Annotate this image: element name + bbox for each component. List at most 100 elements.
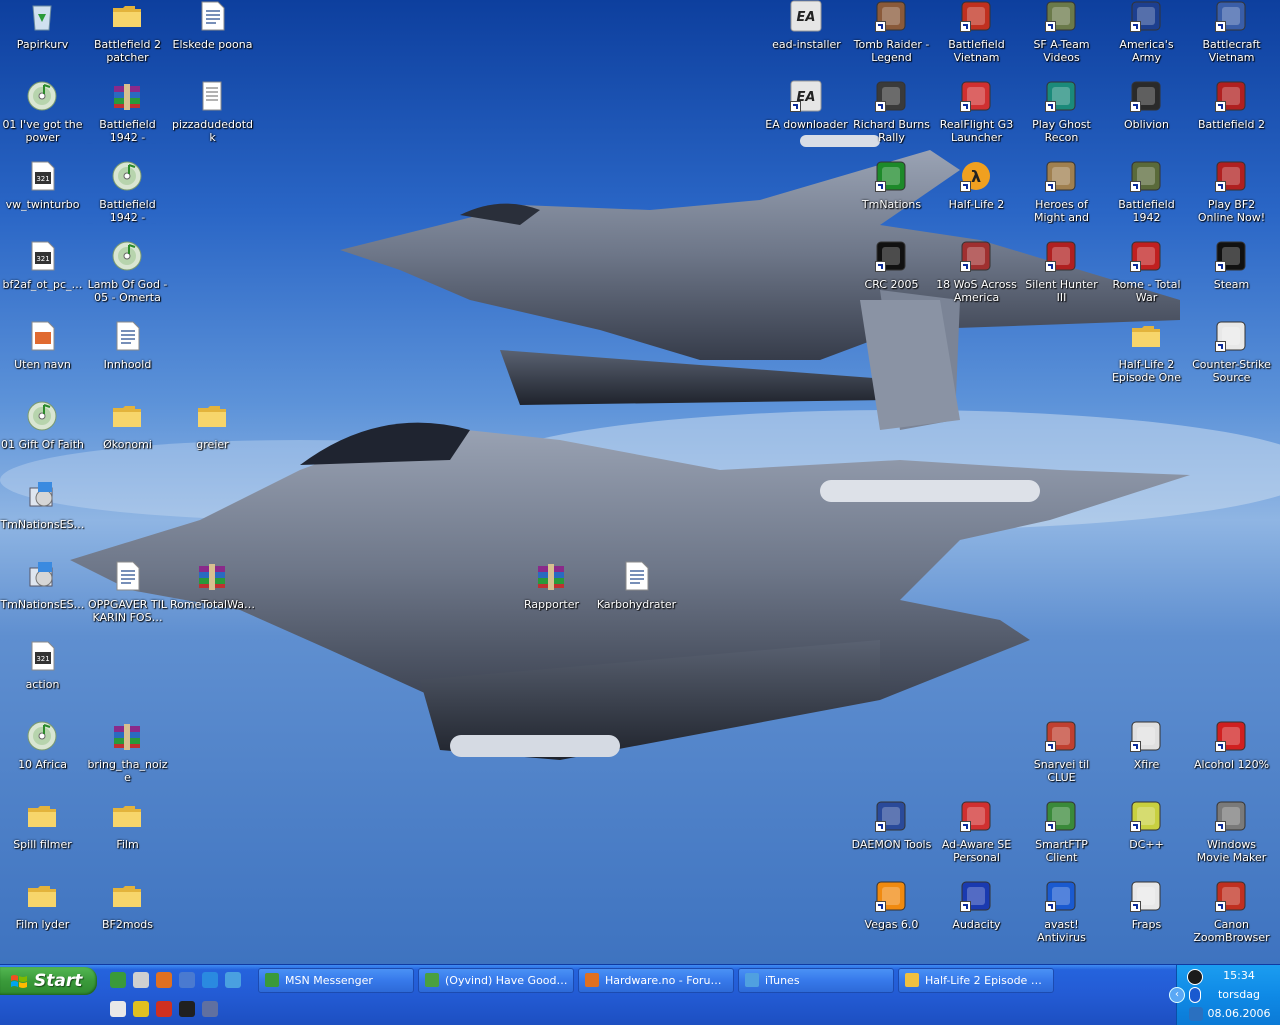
- shortcut-arrow-icon: [960, 101, 971, 112]
- desktop-icon[interactable]: TmNations: [849, 160, 934, 236]
- desktop-icon[interactable]: EA ead-installer: [764, 0, 849, 76]
- desktop-icon[interactable]: 321 action: [0, 640, 85, 716]
- desktop-icon[interactable]: Richard Burns Rally: [849, 80, 934, 156]
- desktop-icon-label: ead-installer: [772, 38, 841, 51]
- desktop-icon[interactable]: Play BF2 Online Now!: [1189, 160, 1274, 236]
- desktop-icon[interactable]: 01 I've got the power: [0, 80, 85, 156]
- desktop-icon[interactable]: TmNationsES…: [0, 480, 85, 556]
- desktop-icon-label: Half-Life 2: [948, 198, 1005, 211]
- desktop-icon[interactable]: Play Ghost Recon Advanc…: [1019, 80, 1104, 156]
- desktop-icon[interactable]: Windows Movie Maker: [1189, 800, 1274, 876]
- desktop-icon-label: Oblivion: [1123, 118, 1170, 131]
- ql-opera-icon[interactable]: [156, 1001, 172, 1017]
- folder-icon: [111, 880, 143, 912]
- desktop-icon[interactable]: Heroes of Might and Magic V: [1019, 160, 1104, 236]
- desktop-icon[interactable]: SF A-Team Videos: [1019, 0, 1104, 76]
- desktop-icon[interactable]: OPPGAVER TIL KARIN FOS…: [85, 560, 170, 636]
- desktop-icon[interactable]: Battlecraft Vietnam: [1189, 0, 1274, 76]
- ql-media-icon[interactable]: [133, 972, 149, 988]
- ql-media-player-icon[interactable]: [110, 1001, 126, 1017]
- desktop-icon[interactable]: 321 bf2af_ot_pc_…: [0, 240, 85, 316]
- desktop-icon-label: 01 I've got the power: [2, 118, 83, 144]
- taskbar-button[interactable]: Hardware.no - Forum…: [578, 968, 734, 993]
- desktop-icon[interactable]: Xfire: [1104, 720, 1189, 796]
- ql-cmd-icon[interactable]: [179, 1001, 195, 1017]
- ql-helper-icon[interactable]: [202, 1001, 218, 1017]
- desktop-icon[interactable]: Alcohol 120%: [1189, 720, 1274, 796]
- shortcut-arrow-icon: [960, 261, 971, 272]
- desktop-icon[interactable]: Lamb Of God - 05 - Omerta: [85, 240, 170, 316]
- desktop-icon[interactable]: CRC 2005: [849, 240, 934, 316]
- desktop-icon[interactable]: Half-Life 2 Episode One: [1104, 320, 1189, 396]
- shortcut-arrow-icon: [1215, 341, 1226, 352]
- desktop-icon[interactable]: Battlefield 2: [1189, 80, 1274, 156]
- ql-firefox-icon[interactable]: [156, 972, 172, 988]
- desktop-icon[interactable]: RomeTotalWa…: [170, 560, 255, 636]
- desktop-icon[interactable]: avast! Antivirus: [1019, 880, 1104, 956]
- desktop-icon[interactable]: Battlefield Vietnam: [934, 0, 1019, 76]
- ql-msn-icon[interactable]: [110, 972, 126, 988]
- desktop-icon[interactable]: Steam: [1189, 240, 1274, 316]
- desktop-icon[interactable]: 01 Gift Of Faith: [0, 400, 85, 476]
- desktop-icon-label: Tomb Raider - Legend: [853, 38, 930, 64]
- ql-ie-icon[interactable]: [202, 972, 218, 988]
- desktop-icon[interactable]: greier: [170, 400, 255, 476]
- desktop-icon[interactable]: Fraps: [1104, 880, 1189, 956]
- desktop-icon[interactable]: Battlefield 1942 - Battlefield19…: [85, 80, 170, 156]
- desktop-icon[interactable]: Film: [85, 800, 170, 876]
- ql-winamp-icon[interactable]: [133, 1001, 149, 1017]
- start-button[interactable]: Start: [0, 967, 97, 995]
- desktop-icon[interactable]: TmNationsES…: [0, 560, 85, 636]
- desktop-icon[interactable]: RealFlight G3 Launcher: [934, 80, 1019, 156]
- desktop-icon[interactable]: Snarvei til CLUE: [1019, 720, 1104, 796]
- taskbar-button[interactable]: iTunes: [738, 968, 894, 993]
- desktop-icon[interactable]: Spill filmer: [0, 800, 85, 876]
- shortcut-arrow-icon: [875, 261, 886, 272]
- desktop-icon[interactable]: Elskede poona: [170, 0, 255, 76]
- desktop-icon[interactable]: λ Half-Life 2: [934, 160, 1019, 236]
- taskbar-button[interactable]: MSN Messenger: [258, 968, 414, 993]
- desktop-icon[interactable]: Oblivion: [1104, 80, 1189, 156]
- desktop-icon[interactable]: EA EA downloader: [764, 80, 849, 156]
- desktop-icon[interactable]: 321 vw_twinturbo: [0, 160, 85, 236]
- desktop-icon-label: RealFlight G3 Launcher: [939, 118, 1014, 144]
- tray-expand-button[interactable]: ‹: [1169, 987, 1185, 1003]
- desktop-icon[interactable]: Tomb Raider - Legend: [849, 0, 934, 76]
- desktop-icon[interactable]: Økonomi: [85, 400, 170, 476]
- taskbar-button-label: Hardware.no - Forum…: [605, 974, 729, 987]
- desktop-icon[interactable]: Battlefield 1942 - Battlefield19…: [85, 160, 170, 236]
- taskbar-button[interactable]: (Oyvind) Have Good …: [418, 968, 574, 993]
- desktop-icon[interactable]: BF2mods: [85, 880, 170, 956]
- desktop-icon[interactable]: Ad-Aware SE Personal: [934, 800, 1019, 876]
- desktop-icon[interactable]: pizzadudedotdk: [170, 80, 255, 156]
- desktop-icon-label: Snarvei til CLUE: [1033, 758, 1090, 784]
- desktop-icon[interactable]: Film lyder: [0, 880, 85, 956]
- desktop-icon[interactable]: Battlefield 2 patcher: [85, 0, 170, 76]
- desktop-icon[interactable]: SmartFTP Client: [1019, 800, 1104, 876]
- desktop-icon[interactable]: DC++: [1104, 800, 1189, 876]
- desktop-icon[interactable]: America's Army: [1104, 0, 1189, 76]
- desktop-icon[interactable]: DAEMON Tools: [849, 800, 934, 876]
- desktop-icon[interactable]: Counter-Strike Source: [1189, 320, 1274, 396]
- desktop-icon[interactable]: Innhoold: [85, 320, 170, 396]
- desktop-icon[interactable]: Canon ZoomBrowser EX: [1189, 880, 1274, 956]
- taskbar-button[interactable]: Half-Life 2 Episode One: [898, 968, 1054, 993]
- desktop-icon[interactable]: Vegas 6.0: [849, 880, 934, 956]
- desktop-icon[interactable]: Silent Hunter III: [1019, 240, 1104, 316]
- desktop-icon-label: Battlefield 2: [1198, 118, 1265, 131]
- desktop-icon[interactable]: 10 Africa: [0, 720, 85, 796]
- clock-time[interactable]: 15:34: [1197, 969, 1280, 982]
- ql-thunderbird-icon[interactable]: [179, 972, 195, 988]
- desktop-icon[interactable]: Uten navn: [0, 320, 85, 396]
- ql-explorer-icon[interactable]: [225, 972, 241, 988]
- desktop-icon[interactable]: Battlefield 1942: [1104, 160, 1189, 236]
- desktop-icon[interactable]: Karbohydrater: [594, 560, 679, 636]
- desktop-icon[interactable]: Rapporter: [509, 560, 594, 636]
- desktop-icon[interactable]: Audacity: [934, 880, 1019, 956]
- desktop-icon[interactable]: Papirkurv: [0, 0, 85, 76]
- desktop[interactable]: Papirkurv Battlefield 2 patcher Elskede po…: [0, 0, 1280, 964]
- shortcut-arrow-icon: [1045, 21, 1056, 32]
- desktop-icon[interactable]: bring_tha_noize: [85, 720, 170, 796]
- desktop-icon[interactable]: 18 WoS Across America: [934, 240, 1019, 316]
- desktop-icon[interactable]: Rome - Total War: [1104, 240, 1189, 316]
